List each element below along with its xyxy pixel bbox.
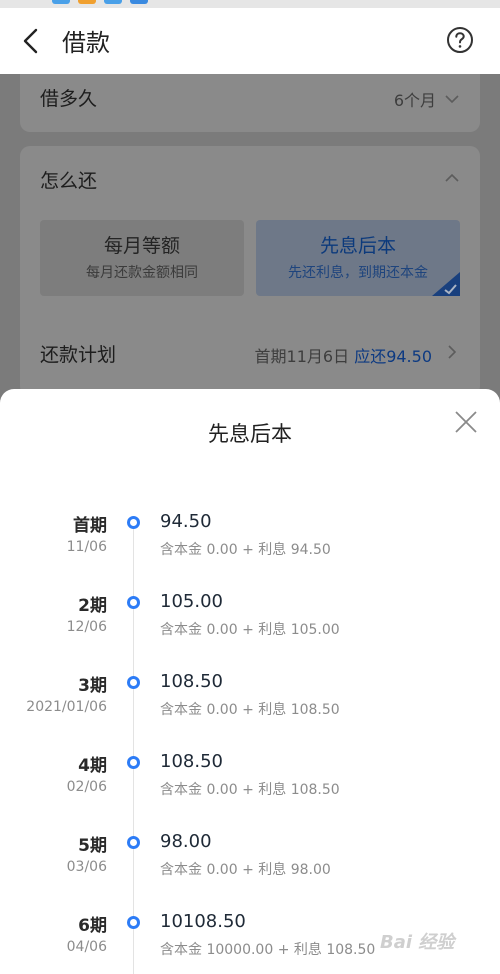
timeline-dot — [127, 516, 140, 529]
chevron-up-icon[interactable] — [444, 170, 460, 186]
back-icon[interactable] — [18, 26, 46, 56]
schedule-item: 5期 03/06 98.00 含本金 0.00 + 利息 98.00 — [0, 831, 500, 891]
period-label: 5期 — [78, 836, 107, 856]
option-subtitle: 先还利息，到期还本金 — [288, 265, 428, 281]
loan-term-row[interactable]: 借多久 6个月 — [20, 74, 480, 132]
period-amount: 10108.50 — [160, 911, 246, 932]
status-app-icon — [130, 0, 148, 4]
schedule-item: 2期 12/06 105.00 含本金 0.00 + 利息 105.00 — [0, 591, 500, 651]
period-amount: 98.00 — [160, 831, 212, 852]
period-detail: 含本金 0.00 + 利息 108.50 — [160, 702, 340, 718]
first-due-date: 首期11月6日 — [254, 347, 350, 366]
timeline-dot — [127, 676, 140, 689]
period-date: 02/06 — [66, 779, 107, 795]
timeline-dot — [127, 756, 140, 769]
first-due-amount: 应还94.50 — [354, 347, 432, 366]
period-date: 11/06 — [66, 539, 107, 555]
period-detail: 含本金 0.00 + 利息 108.50 — [160, 782, 340, 798]
period-label: 6期 — [78, 916, 107, 936]
period-label: 首期 — [73, 516, 107, 536]
period-date: 2021/01/06 — [26, 699, 107, 715]
check-corner-icon — [432, 272, 460, 296]
top-bar: 借款 — [0, 8, 500, 74]
period-detail: 含本金 10000.00 + 利息 108.50 — [160, 942, 376, 958]
period-amount: 105.00 — [160, 591, 223, 612]
period-label: 4期 — [78, 756, 107, 776]
option-subtitle: 每月还款金额相同 — [86, 265, 198, 281]
schedule-item: 4期 02/06 108.50 含本金 0.00 + 利息 108.50 — [0, 751, 500, 811]
timeline-dot — [127, 836, 140, 849]
schedule-item: 3期 2021/01/06 108.50 含本金 0.00 + 利息 108.5… — [0, 671, 500, 731]
option-interest-first[interactable]: 先息后本 先还利息，到期还本金 — [256, 220, 460, 296]
period-label: 3期 — [78, 676, 107, 696]
period-date: 04/06 — [66, 939, 107, 955]
repay-plan-summary[interactable]: 首期11月6日 应还94.50 — [255, 343, 432, 367]
schedule-item: 首期 11/06 94.50 含本金 0.00 + 利息 94.50 — [0, 511, 500, 571]
loan-term-value: 6个月 — [393, 91, 436, 110]
page-title: 借款 — [62, 29, 110, 57]
sheet-title: 先息后本 — [208, 422, 292, 446]
status-app-icon — [104, 0, 122, 4]
watermark-logo: Bai 经验 — [380, 932, 455, 953]
chevron-right-icon[interactable] — [444, 344, 460, 360]
period-amount: 94.50 — [160, 511, 212, 532]
close-icon[interactable] — [453, 409, 479, 435]
period-detail: 含本金 0.00 + 利息 105.00 — [160, 622, 340, 638]
period-detail: 含本金 0.00 + 利息 98.00 — [160, 862, 331, 878]
repayment-schedule-sheet: 先息后本 首期 11/06 94.50 含本金 0.00 + 利息 94.50 … — [0, 389, 500, 974]
repay-plan-label: 还款计划 — [40, 344, 117, 366]
timeline-dot — [127, 916, 140, 929]
chevron-down-icon — [445, 95, 459, 104]
period-amount: 108.50 — [160, 671, 223, 692]
repay-method-label: 怎么还 — [40, 170, 98, 192]
option-equal-monthly[interactable]: 每月等额 每月还款金额相同 — [40, 220, 244, 296]
status-strip — [0, 0, 500, 8]
option-title: 先息后本 — [319, 235, 396, 257]
period-date: 03/06 — [66, 859, 107, 875]
loan-term-label: 借多久 — [40, 88, 98, 110]
period-label: 2期 — [78, 596, 107, 616]
help-icon[interactable] — [446, 26, 474, 54]
status-app-icon — [52, 0, 70, 4]
period-detail: 含本金 0.00 + 利息 94.50 — [160, 542, 331, 558]
status-app-icon — [78, 0, 96, 4]
period-amount: 108.50 — [160, 751, 223, 772]
period-date: 12/06 — [66, 619, 107, 635]
timeline-dot — [127, 596, 140, 609]
option-title: 每月等额 — [103, 235, 180, 257]
